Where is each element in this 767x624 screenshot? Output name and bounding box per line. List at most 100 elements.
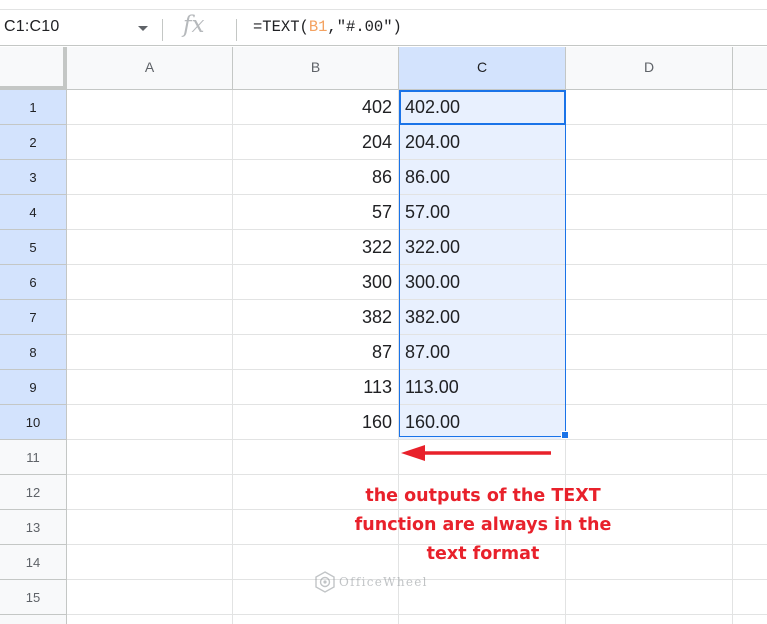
cell-b2[interactable]: 204 (233, 125, 399, 160)
cell-c2[interactable]: 204.00 (399, 125, 566, 160)
cell-e6[interactable] (733, 265, 767, 300)
fx-icon: fx (183, 12, 205, 38)
row-header-16[interactable]: 16 (0, 615, 67, 624)
cell-b16[interactable] (233, 615, 399, 624)
cell-c6[interactable]: 300.00 (399, 265, 566, 300)
select-all-corner[interactable] (0, 47, 67, 90)
cell-e14[interactable] (733, 545, 767, 580)
cell-d10[interactable] (566, 405, 733, 440)
cell-e11[interactable] (733, 440, 767, 475)
row-header-11[interactable]: 11 (0, 440, 67, 475)
cell-a12[interactable] (67, 475, 233, 510)
cell-e16[interactable] (733, 615, 767, 624)
row-header-14[interactable]: 14 (0, 545, 67, 580)
cell-b3[interactable]: 86 (233, 160, 399, 195)
row-header-7[interactable]: 7 (0, 300, 67, 335)
cell-b1[interactable]: 402 (233, 90, 399, 125)
row-header-2[interactable]: 2 (0, 125, 67, 160)
cell-e15[interactable] (733, 580, 767, 615)
column-header-b[interactable]: B (233, 47, 399, 90)
row-header-10[interactable]: 10 (0, 405, 67, 440)
cell-a1[interactable] (67, 90, 233, 125)
cell-c8[interactable]: 87.00 (399, 335, 566, 370)
annotation-line2: function are always in the (354, 515, 612, 535)
name-box[interactable]: C1:C10 (0, 10, 162, 46)
cell-c1[interactable]: 402.00 (399, 90, 566, 125)
cell-b7[interactable]: 382 (233, 300, 399, 335)
cell-c4[interactable]: 57.00 (399, 195, 566, 230)
row-header-6[interactable]: 6 (0, 265, 67, 300)
toolbar-strip (0, 0, 767, 10)
cell-a16[interactable] (67, 615, 233, 624)
annotation-line1: the outputs of the TEXT (365, 486, 601, 506)
cell-d7[interactable] (566, 300, 733, 335)
cell-a10[interactable] (67, 405, 233, 440)
cell-d16[interactable] (566, 615, 733, 624)
row-header-9[interactable]: 9 (0, 370, 67, 405)
column-header-c[interactable]: C (399, 47, 566, 90)
column-header-a[interactable]: A (67, 47, 233, 90)
row-header-12[interactable]: 12 (0, 475, 67, 510)
cell-a15[interactable] (67, 580, 233, 615)
row-header-5[interactable]: 5 (0, 230, 67, 265)
cell-e2[interactable] (733, 125, 767, 160)
cell-c9[interactable]: 113.00 (399, 370, 566, 405)
cell-e9[interactable] (733, 370, 767, 405)
fill-handle[interactable] (561, 431, 569, 439)
cell-b4[interactable]: 57 (233, 195, 399, 230)
cell-a6[interactable] (67, 265, 233, 300)
cell-b8[interactable]: 87 (233, 335, 399, 370)
row-header-3[interactable]: 3 (0, 160, 67, 195)
cell-a2[interactable] (67, 125, 233, 160)
cell-b9[interactable]: 113 (233, 370, 399, 405)
cell-a3[interactable] (67, 160, 233, 195)
cell-a5[interactable] (67, 230, 233, 265)
cell-e3[interactable] (733, 160, 767, 195)
cell-d1[interactable] (566, 90, 733, 125)
cell-d5[interactable] (566, 230, 733, 265)
cell-a8[interactable] (67, 335, 233, 370)
row-header-1[interactable]: 1 (0, 90, 67, 125)
cell-e10[interactable] (733, 405, 767, 440)
cell-d8[interactable] (566, 335, 733, 370)
column-header-e[interactable] (733, 47, 767, 90)
cell-c16[interactable] (399, 615, 566, 624)
cell-e5[interactable] (733, 230, 767, 265)
cell-c3[interactable]: 86.00 (399, 160, 566, 195)
cell-c7[interactable]: 382.00 (399, 300, 566, 335)
cell-d15[interactable] (566, 580, 733, 615)
cell-b5[interactable]: 322 (233, 230, 399, 265)
cell-c5[interactable]: 322.00 (399, 230, 566, 265)
row-header-15[interactable]: 15 (0, 580, 67, 615)
cell-e8[interactable] (733, 335, 767, 370)
cell-d4[interactable] (566, 195, 733, 230)
cell-d9[interactable] (566, 370, 733, 405)
cell-a7[interactable] (67, 300, 233, 335)
cell-d11[interactable] (566, 440, 733, 475)
cell-b11[interactable] (233, 440, 399, 475)
row-header-8[interactable]: 8 (0, 335, 67, 370)
chevron-down-icon[interactable] (138, 26, 148, 31)
cell-e1[interactable] (733, 90, 767, 125)
column-header-d[interactable]: D (566, 47, 733, 90)
cell-b10[interactable]: 160 (233, 405, 399, 440)
row-header-13[interactable]: 13 (0, 510, 67, 545)
cell-e7[interactable] (733, 300, 767, 335)
cell-a11[interactable] (67, 440, 233, 475)
cell-a9[interactable] (67, 370, 233, 405)
cell-e4[interactable] (733, 195, 767, 230)
name-box-value: C1:C10 (4, 18, 60, 35)
cell-e13[interactable] (733, 510, 767, 545)
cell-e12[interactable] (733, 475, 767, 510)
formula-input[interactable]: =TEXT(B1,"#.00") (253, 18, 402, 36)
cell-c10[interactable]: 160.00 (399, 405, 566, 440)
cell-d2[interactable] (566, 125, 733, 160)
cell-a14[interactable] (67, 545, 233, 580)
cell-d3[interactable] (566, 160, 733, 195)
formula-bar: C1:C10 fx =TEXT(B1,"#.00") (0, 10, 767, 46)
cell-d6[interactable] (566, 265, 733, 300)
row-header-4[interactable]: 4 (0, 195, 67, 230)
cell-b6[interactable]: 300 (233, 265, 399, 300)
cell-a4[interactable] (67, 195, 233, 230)
cell-a13[interactable] (67, 510, 233, 545)
